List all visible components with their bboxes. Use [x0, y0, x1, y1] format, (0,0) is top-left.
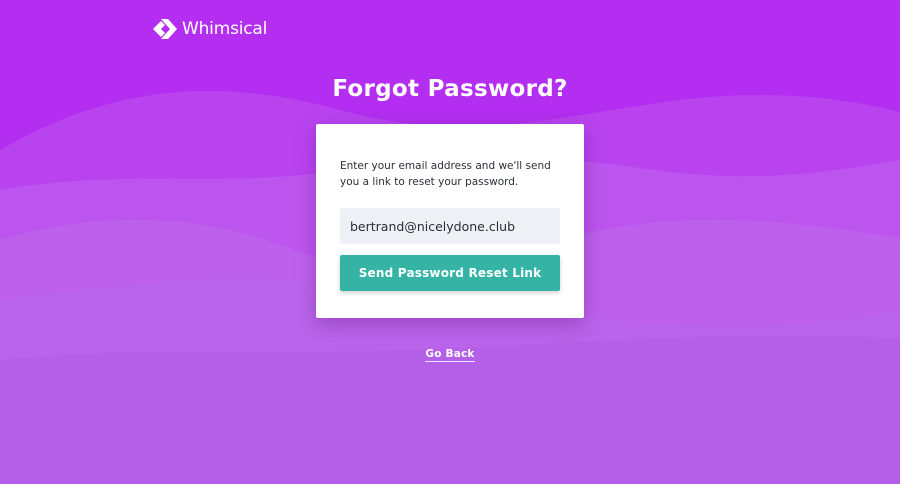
go-back-container: Go Back	[0, 342, 900, 362]
email-field[interactable]	[340, 208, 560, 244]
send-reset-link-button[interactable]: Send Password Reset Link	[340, 255, 560, 291]
page-title: Forgot Password?	[332, 76, 568, 102]
brand-name: Whimsical	[182, 19, 268, 39]
reset-password-card: Enter your email address and we'll send …	[316, 124, 584, 318]
whimsical-logo-icon	[153, 19, 177, 39]
whimsical-logo[interactable]: Whimsical	[152, 18, 267, 40]
form-description: Enter your email address and we'll send …	[340, 160, 551, 188]
go-back-link[interactable]: Go Back	[425, 348, 475, 362]
